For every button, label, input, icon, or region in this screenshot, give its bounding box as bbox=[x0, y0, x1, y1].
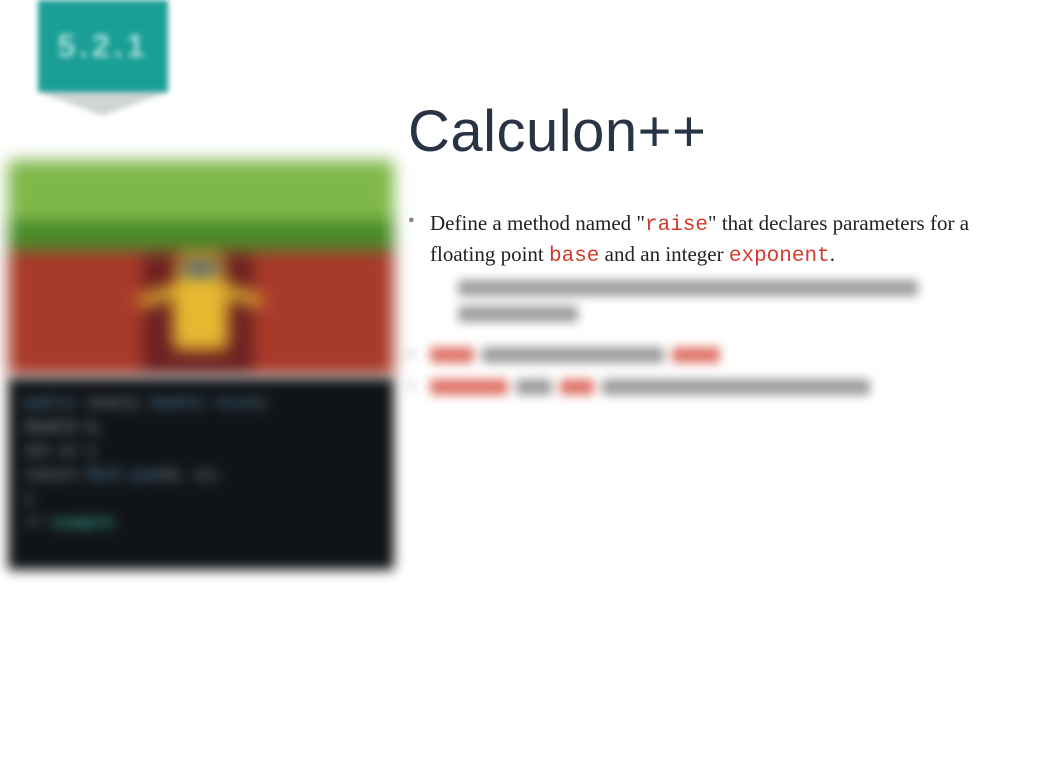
instruction-list: Define a method named "raise" that decla… bbox=[408, 209, 1022, 326]
hidden-sub-instruction bbox=[458, 280, 1022, 326]
badge-ribbon-tail bbox=[38, 92, 168, 126]
hidden-instruction-item bbox=[430, 344, 1022, 366]
illustration-panel bbox=[8, 160, 394, 376]
code-inline-base: base bbox=[549, 245, 599, 268]
code-inline-exponent: exponent bbox=[729, 245, 830, 268]
text-segment: Define a method named " bbox=[430, 211, 645, 235]
code-token: Math.pow bbox=[87, 467, 159, 484]
code-token: return bbox=[24, 467, 87, 484]
code-token: example bbox=[51, 515, 114, 532]
code-token: static bbox=[78, 395, 150, 412]
code-token: ( bbox=[258, 395, 267, 412]
code-line: int e) { bbox=[24, 440, 378, 464]
code-token: double raise bbox=[150, 395, 258, 412]
text-segment: and an integer bbox=[599, 242, 728, 266]
badge-version-label: 5.2.1 bbox=[38, 0, 168, 92]
version-badge: 5.2.1 bbox=[38, 0, 168, 120]
page-title: Calculon++ bbox=[408, 98, 1022, 165]
code-token: // bbox=[24, 515, 51, 532]
code-line: double b, bbox=[24, 416, 378, 440]
text-segment: . bbox=[830, 242, 835, 266]
code-inline-raise: raise bbox=[645, 214, 708, 237]
code-token: (b, e); bbox=[159, 467, 222, 484]
code-terminal-panel: public static double raise( double b, in… bbox=[8, 378, 394, 570]
code-line: } bbox=[24, 488, 378, 512]
main-content: Calculon++ Define a method named "raise"… bbox=[408, 98, 1022, 408]
code-token: public bbox=[24, 395, 78, 412]
hidden-instruction-list bbox=[408, 344, 1022, 398]
instruction-item-1: Define a method named "raise" that decla… bbox=[430, 209, 1022, 326]
hidden-instruction-item bbox=[430, 376, 1022, 398]
